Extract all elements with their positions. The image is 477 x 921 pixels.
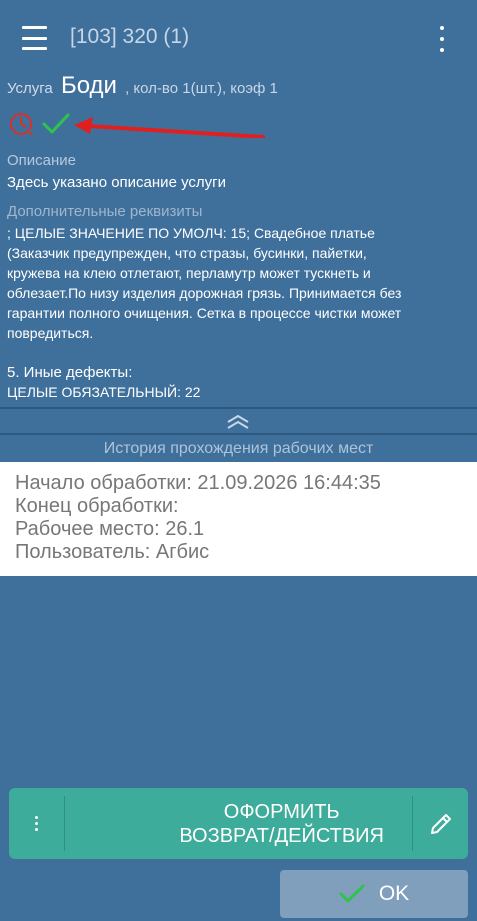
requisites-line: ; ЦЕЛЫЕ ЗНАЧЕНИЕ ПО УМОЛЧ: 15; Свадебное… (7, 225, 375, 241)
service-label: Услуга (7, 80, 53, 97)
requisites-line: повредиться. (7, 325, 94, 341)
description-label: Описание (7, 152, 77, 169)
requisites-line: (Заказчик предупрежден, что стразы, буси… (7, 245, 367, 261)
history-card[interactable]: Начало обработки: 21.09.2026 16:44:35 Ко… (0, 462, 477, 576)
defects-title: 5. Иные дефекты: (7, 364, 133, 381)
arrow-annotation (74, 117, 265, 138)
history-start: Начало обработки: 21.09.2026 16:44:35 (15, 472, 381, 494)
ok-label: OK (378, 882, 410, 905)
process-return-button[interactable]: ОФОРМИТЬ ВОЗВРАТ/ДЕЙСТВИЯ (65, 788, 412, 859)
page-title: [103] 320 (1) (70, 25, 190, 48)
checkmark-icon (339, 884, 365, 903)
action-more-icon[interactable] (9, 788, 64, 859)
requisites-label: Дополнительные реквизиты (7, 203, 203, 220)
history-workplace: Рабочее место: 26.1 (15, 518, 205, 540)
history-header: История прохождения рабочих мест (103, 440, 374, 457)
process-return-line1: ОФОРМИТЬ (223, 800, 340, 823)
checkmark-icon[interactable] (42, 113, 70, 134)
defects-value: ЦЕЛЫЕ ОБЯЗАТЕЛЬНЫЙ: 22 (7, 384, 201, 400)
requisites-line: гарантии полного очищения. Сетка в проце… (7, 305, 402, 321)
clock-icon[interactable] (10, 113, 34, 135)
pencil-icon (430, 813, 451, 834)
requisites-line: облезает.По низу изделия дорожная грязь.… (7, 285, 402, 301)
history-end: Конец обработки: (15, 495, 179, 517)
history-user: Пользователь: Агбис (15, 541, 210, 563)
divider (0, 407, 477, 409)
edit-button[interactable] (413, 788, 468, 859)
divider (0, 433, 477, 435)
action-bar: ОФОРМИТЬ ВОЗВРАТ/ДЕЙСТВИЯ (9, 788, 468, 859)
service-details: , кол-во 1(шт.), коэф 1 (125, 80, 278, 97)
more-options-icon[interactable] (434, 26, 450, 52)
service-name: Боди (60, 72, 117, 99)
ok-button[interactable]: OK (280, 870, 468, 918)
status-icons (10, 113, 265, 138)
app-bar: [103] 320 (1) (0, 0, 477, 76)
process-return-line2: ВОЗВРАТ/ДЕЙСТВИЯ (179, 824, 384, 847)
requisites-line: кружева на клею отлетают, перламутр може… (7, 265, 371, 281)
process-return-label: ОФОРМИТЬ ВОЗВРАТ/ДЕЙСТВИЯ (179, 800, 384, 848)
menu-icon[interactable] (22, 26, 47, 50)
requisites-text: ; ЦЕЛЫЕ ЗНАЧЕНИЕ ПО УМОЛЧ: 15; Свадебное… (7, 223, 472, 343)
service-line: Услуга Боди , кол-во 1(шт.), коэф 1 (7, 72, 278, 100)
collapse-chevron-icon[interactable] (225, 414, 251, 430)
description-text: Здесь указано описание услуги (7, 174, 227, 191)
